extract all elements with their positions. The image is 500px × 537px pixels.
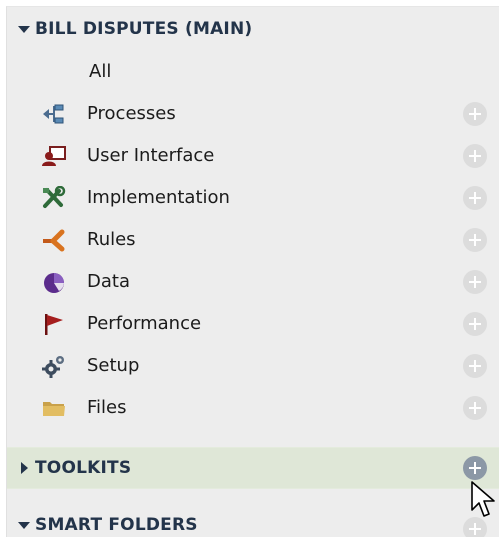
gears-icon — [41, 354, 67, 378]
data-pie-icon — [41, 270, 67, 294]
add-smart-folder-button[interactable] — [463, 517, 487, 537]
section-header-toolkits[interactable]: TOOLKITS — [7, 447, 499, 489]
navigator-panel: BILL DISPUTES (MAIN) All Processes User … — [6, 6, 499, 537]
section-title: SMART FOLDERS — [35, 515, 198, 535]
list-item-setup[interactable]: Setup — [7, 345, 499, 387]
chevron-down-icon — [17, 22, 31, 36]
add-implementation-button[interactable] — [463, 186, 487, 210]
item-label: User Interface — [87, 145, 215, 166]
list-item-rules[interactable]: Rules — [7, 219, 499, 261]
item-label: Files — [87, 397, 127, 418]
item-label: Implementation — [87, 187, 230, 208]
folder-icon — [41, 396, 67, 420]
add-performance-button[interactable] — [463, 312, 487, 336]
section-title: BILL DISPUTES (MAIN) — [35, 19, 253, 39]
section-header-smart-folders[interactable]: SMART FOLDERS — [7, 505, 499, 537]
list-item-performance[interactable]: Performance — [7, 303, 499, 345]
chevron-down-icon — [17, 518, 31, 532]
item-label: Rules — [87, 229, 136, 250]
list-item-files[interactable]: Files — [7, 387, 499, 429]
chevron-right-icon — [17, 461, 31, 475]
rules-icon — [41, 228, 67, 252]
flag-icon — [41, 312, 67, 336]
item-label: Data — [87, 271, 130, 292]
add-user-interface-button[interactable] — [463, 144, 487, 168]
tools-icon — [41, 185, 67, 210]
item-label: Setup — [87, 355, 140, 376]
user-interface-icon — [41, 144, 67, 168]
section-title: TOOLKITS — [35, 458, 132, 478]
add-data-button[interactable] — [463, 270, 487, 294]
item-label: All — [89, 61, 112, 82]
list-item-processes[interactable]: Processes — [7, 93, 499, 135]
section-header-bill-disputes[interactable]: BILL DISPUTES (MAIN) — [7, 9, 499, 49]
item-label: Performance — [87, 313, 202, 334]
list-item-implementation[interactable]: Implementation — [7, 177, 499, 219]
list-item-all[interactable]: All — [7, 51, 499, 93]
list-item-user-interface[interactable]: User Interface — [7, 135, 499, 177]
process-flow-icon — [41, 102, 67, 126]
add-setup-button[interactable] — [463, 354, 487, 378]
list-item-data[interactable]: Data — [7, 261, 499, 303]
add-rules-button[interactable] — [463, 228, 487, 252]
add-files-button[interactable] — [463, 396, 487, 420]
item-label: Processes — [87, 103, 176, 124]
add-toolkit-button[interactable] — [463, 456, 487, 480]
add-processes-button[interactable] — [463, 102, 487, 126]
